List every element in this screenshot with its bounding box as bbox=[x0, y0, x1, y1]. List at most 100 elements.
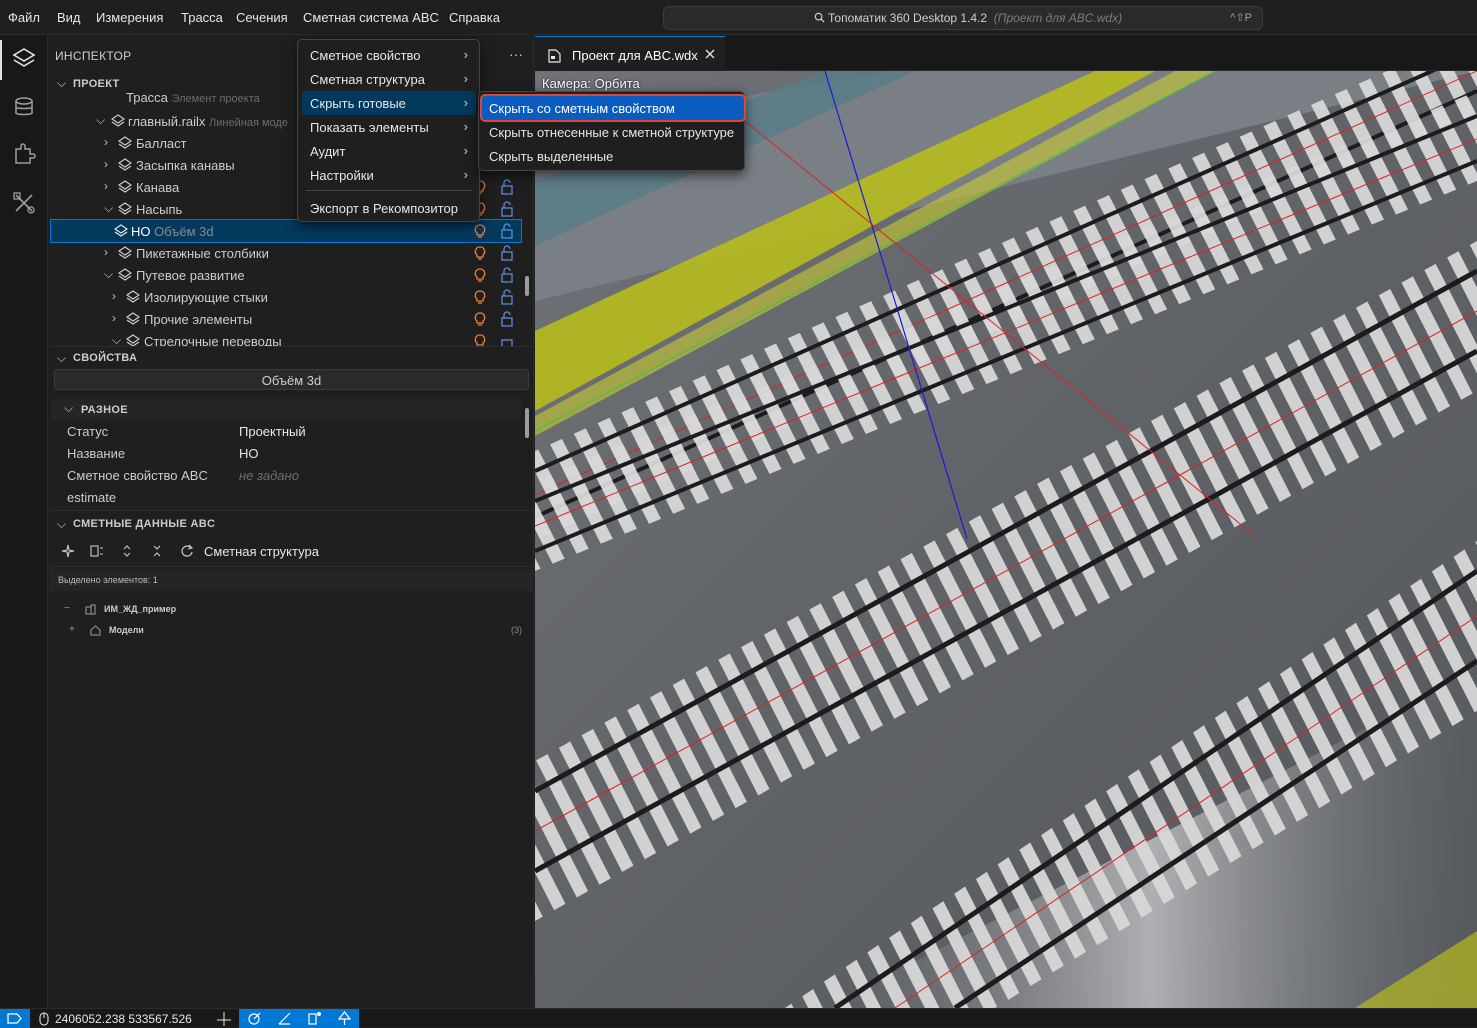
visibility-bulb-icon[interactable] bbox=[472, 223, 488, 239]
lock-icon[interactable] bbox=[499, 289, 515, 305]
tree-item-label: Засыпка канавы bbox=[136, 158, 235, 173]
remote-indicator[interactable] bbox=[0, 1009, 30, 1028]
layers-icon[interactable] bbox=[10, 44, 38, 72]
menu-export-recompositor[interactable]: Экспорт в Рекомпозитор bbox=[302, 196, 476, 220]
menu-sections[interactable]: Сечения bbox=[236, 10, 288, 25]
visibility-bulb-icon[interactable] bbox=[472, 245, 488, 261]
tree-item-label: Балласт bbox=[136, 136, 187, 151]
props-group-header[interactable]: ⌵ РАЗНОЕ bbox=[51, 399, 521, 419]
property-value[interactable]: Проектный bbox=[239, 424, 306, 439]
lock-icon[interactable] bbox=[499, 311, 515, 327]
inspector-title: ИНСПЕКТОР bbox=[55, 49, 132, 63]
command-center[interactable]: Топоматик 360 Desktop 1.4.2 (Проект для … bbox=[663, 6, 1263, 30]
menu-file[interactable]: Файл bbox=[8, 10, 40, 25]
estimate-tree-item[interactable]: + Модели (3) bbox=[49, 621, 524, 641]
visibility-bulb-icon[interactable] bbox=[472, 267, 488, 283]
visibility-bulb-icon[interactable] bbox=[472, 333, 488, 346]
menu-estimate-property[interactable]: Сметное свойство › bbox=[302, 43, 476, 67]
property-key: Сметное свойство ABC bbox=[67, 468, 208, 483]
crosshair-icon[interactable] bbox=[217, 1012, 231, 1026]
snap-angle-icon[interactable] bbox=[277, 1011, 292, 1026]
property-key: Статус bbox=[67, 424, 109, 439]
tree-item-label: Пикетажные столбики bbox=[136, 246, 269, 261]
more-actions-button[interactable]: ··· bbox=[509, 46, 523, 62]
tree-item-label: Трасса Элемент проекта bbox=[126, 90, 260, 105]
menu-hide-assigned-to-structure[interactable]: Скрыть отнесенные к сметной структуре bbox=[482, 120, 744, 144]
menu-view[interactable]: Вид bbox=[57, 10, 81, 25]
filter-list-icon[interactable] bbox=[90, 544, 104, 558]
property-key: estimate bbox=[67, 490, 117, 505]
chevron-down-icon: ⌵ bbox=[57, 351, 67, 365]
layer-icon bbox=[118, 202, 132, 215]
tree-item[interactable]: › Изолирующие стыки bbox=[49, 286, 524, 308]
chevron-down-icon: ⌵ bbox=[96, 113, 106, 127]
menu-estimate-structure[interactable]: Сметная структура › bbox=[302, 67, 476, 91]
close-icon[interactable] bbox=[704, 48, 716, 60]
property-row: estimate bbox=[49, 486, 524, 508]
tree-item[interactable]: › Пикетажные столбики bbox=[49, 242, 524, 264]
lock-icon[interactable] bbox=[499, 245, 515, 261]
menu-hide-selected[interactable]: Скрыть выделенные bbox=[482, 144, 744, 168]
menu-route[interactable]: Трасса bbox=[181, 10, 223, 25]
tab-project[interactable]: Проект для ABC.wdx bbox=[535, 36, 725, 71]
props-scrollbar[interactable] bbox=[525, 408, 529, 438]
lock-icon[interactable] bbox=[499, 201, 515, 217]
expand-sign[interactable]: + bbox=[69, 624, 75, 635]
building-icon bbox=[85, 604, 96, 615]
property-value[interactable]: не задано bbox=[239, 468, 299, 483]
tree-item-selected[interactable]: НО Объём 3d bbox=[50, 219, 522, 243]
tree-item[interactable]: ⌵ Стрелочные переводы bbox=[49, 330, 524, 346]
tree-item[interactable]: › Прочие элементы bbox=[49, 308, 524, 330]
collapse-all-icon[interactable] bbox=[150, 544, 164, 558]
menu-hide-ready[interactable]: Скрыть готовые › bbox=[302, 91, 476, 115]
chevron-down-icon: ⌵ bbox=[104, 267, 114, 281]
visibility-bulb-icon[interactable] bbox=[472, 289, 488, 305]
menu-estimate-system[interactable]: Сметная система ABC bbox=[303, 10, 439, 25]
refresh-icon[interactable] bbox=[180, 544, 194, 558]
menu-settings[interactable]: Настройки › bbox=[302, 163, 476, 187]
menu-audit[interactable]: Аудит › bbox=[302, 139, 476, 163]
estimate-tree-item[interactable]: − ИМ_ЖД_пример bbox=[49, 600, 524, 620]
snap-circle-icon[interactable] bbox=[247, 1011, 262, 1026]
estimate-structure-label[interactable]: Сметная структура bbox=[204, 544, 319, 559]
expand-all-icon[interactable] bbox=[120, 544, 134, 558]
props-group-label: РАЗНОЕ bbox=[81, 404, 128, 416]
lock-icon[interactable] bbox=[499, 223, 515, 239]
snap-tree-icon[interactable] bbox=[337, 1011, 352, 1026]
menu-help[interactable]: Справка bbox=[449, 10, 500, 25]
tree-scrollbar[interactable] bbox=[525, 276, 529, 296]
visibility-bulb-icon[interactable] bbox=[472, 311, 488, 327]
editor-tabs: Проект для ABC.wdx bbox=[535, 36, 1477, 71]
tree-item-label: Стрелочные переводы bbox=[144, 334, 282, 346]
tree-item-label: Насыпь bbox=[136, 202, 183, 217]
properties-section-header[interactable]: ⌵ СВОЙСТВА bbox=[49, 349, 524, 367]
property-value[interactable]: НО bbox=[239, 446, 259, 461]
tree-item[interactable]: ⌵ Путевое развитие bbox=[49, 264, 524, 286]
database-icon[interactable] bbox=[10, 93, 38, 121]
tools-icon[interactable] bbox=[10, 189, 38, 217]
3d-viewport[interactable]: Камера: Орбита bbox=[535, 71, 1477, 1008]
chevron-right-icon: › bbox=[104, 157, 108, 171]
menu-measurements[interactable]: Измерения bbox=[96, 10, 163, 25]
menu-show-elements[interactable]: Показать элементы › bbox=[302, 115, 476, 139]
lock-icon[interactable] bbox=[499, 267, 515, 283]
menu-separator bbox=[306, 190, 472, 191]
chevron-right-icon: › bbox=[463, 167, 468, 182]
divider bbox=[49, 346, 534, 347]
camera-label: Камера: Орбита bbox=[542, 76, 640, 91]
property-row: Статус Проектный bbox=[49, 420, 524, 442]
tag-icon bbox=[7, 1013, 22, 1024]
extensions-icon[interactable] bbox=[10, 140, 38, 168]
menu-hide-with-estimate-property[interactable]: Скрыть со сметным свойством bbox=[480, 94, 746, 122]
collapse-sign[interactable]: − bbox=[64, 603, 70, 614]
snap-endpoint-icon[interactable] bbox=[307, 1011, 322, 1026]
lock-icon[interactable] bbox=[499, 179, 515, 195]
estimate-section-header[interactable]: ⌵ СМЕТНЫЕ ДАННЫЕ ABC bbox=[49, 515, 524, 533]
sparkle-icon[interactable] bbox=[61, 544, 75, 558]
layer-icon bbox=[126, 290, 140, 303]
lock-icon[interactable] bbox=[499, 333, 515, 346]
estimate-tree-label: Модели bbox=[109, 625, 144, 635]
object-type-box: Объём 3d bbox=[54, 369, 529, 390]
chevron-down-icon: ⌵ bbox=[104, 201, 114, 215]
layer-icon bbox=[111, 114, 125, 127]
